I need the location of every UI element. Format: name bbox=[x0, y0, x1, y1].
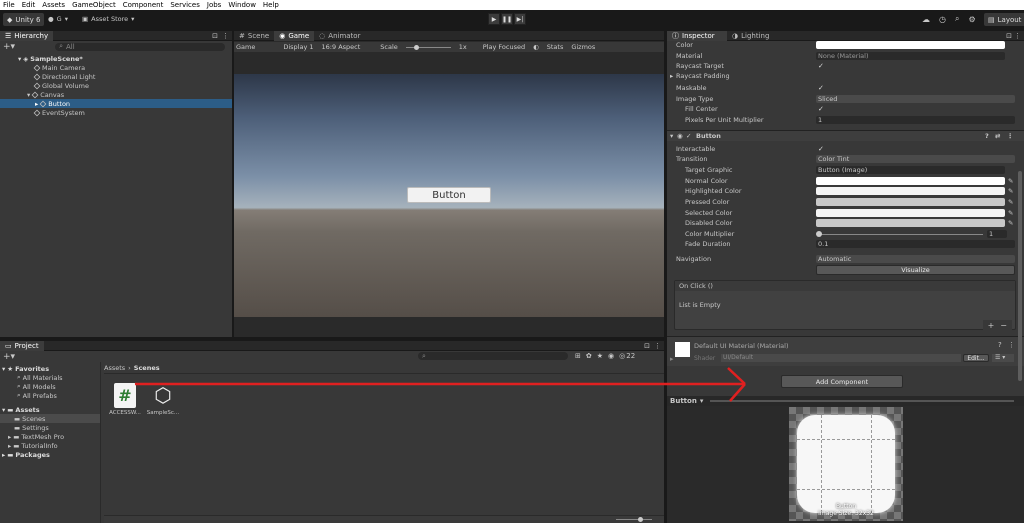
arrow-head-upper bbox=[727, 367, 746, 385]
arrow-head-lower bbox=[729, 383, 746, 402]
annotation-arrow bbox=[135, 367, 746, 402]
